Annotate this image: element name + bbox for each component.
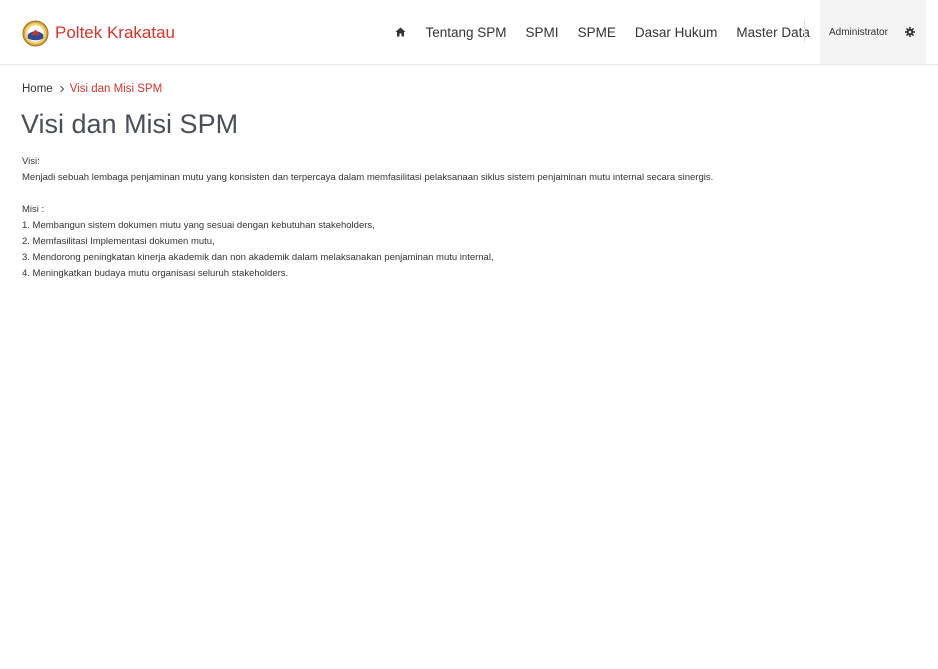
misi-label: Misi :: [22, 204, 45, 215]
misi-item: 1. Membangun sistem dokumen mutu yang se…: [22, 220, 375, 231]
visi-label: Visi:: [22, 156, 40, 167]
misi-item: 2. Memfasilitasi Implementasi dokumen mu…: [22, 236, 215, 247]
breadcrumb: Home Visi dan Misi SPM: [22, 83, 162, 95]
nav-spme[interactable]: SPME: [568, 0, 625, 64]
page-title: Visi dan Misi SPM: [21, 109, 239, 139]
nav-spmi[interactable]: SPMI: [516, 0, 568, 64]
page-content: Visi: Menjadi sebuah lembaga penjaminan …: [22, 154, 922, 282]
top-navbar: Poltek Krakatau Tentang SPM SPMI SPME Da…: [0, 0, 938, 65]
nav-home[interactable]: [388, 0, 416, 64]
chevron-right-icon: [59, 85, 64, 93]
misi-item: 3. Mendorong peningkatan kinerja akademi…: [22, 252, 494, 263]
main-nav: Tentang SPM SPMI SPME Dasar Hukum Master…: [388, 0, 819, 64]
breadcrumb-current: Visi dan Misi SPM: [69, 83, 163, 95]
brand-name: Poltek Krakatau: [55, 23, 176, 42]
home-icon: [395, 27, 406, 37]
visi-text: Menjadi sebuah lembaga penjaminan mutu y…: [22, 172, 714, 183]
nav-tentang-spm[interactable]: Tentang SPM: [416, 0, 516, 64]
breadcrumb-home[interactable]: Home: [22, 83, 53, 95]
brand-link[interactable]: Poltek Krakatau: [22, 18, 175, 48]
user-menu[interactable]: Administrator: [820, 0, 926, 64]
college-emblem-logo: [22, 19, 49, 47]
user-name: Administrator: [829, 26, 888, 38]
nav-master-data[interactable]: Master Data: [727, 0, 820, 64]
misi-item: 4. Meningkatkan budaya mutu organisasi s…: [22, 268, 289, 279]
nav-divider: [804, 20, 805, 42]
nav-dasar-hukum[interactable]: Dasar Hukum: [625, 0, 727, 64]
gear-icon[interactable]: [905, 27, 915, 37]
